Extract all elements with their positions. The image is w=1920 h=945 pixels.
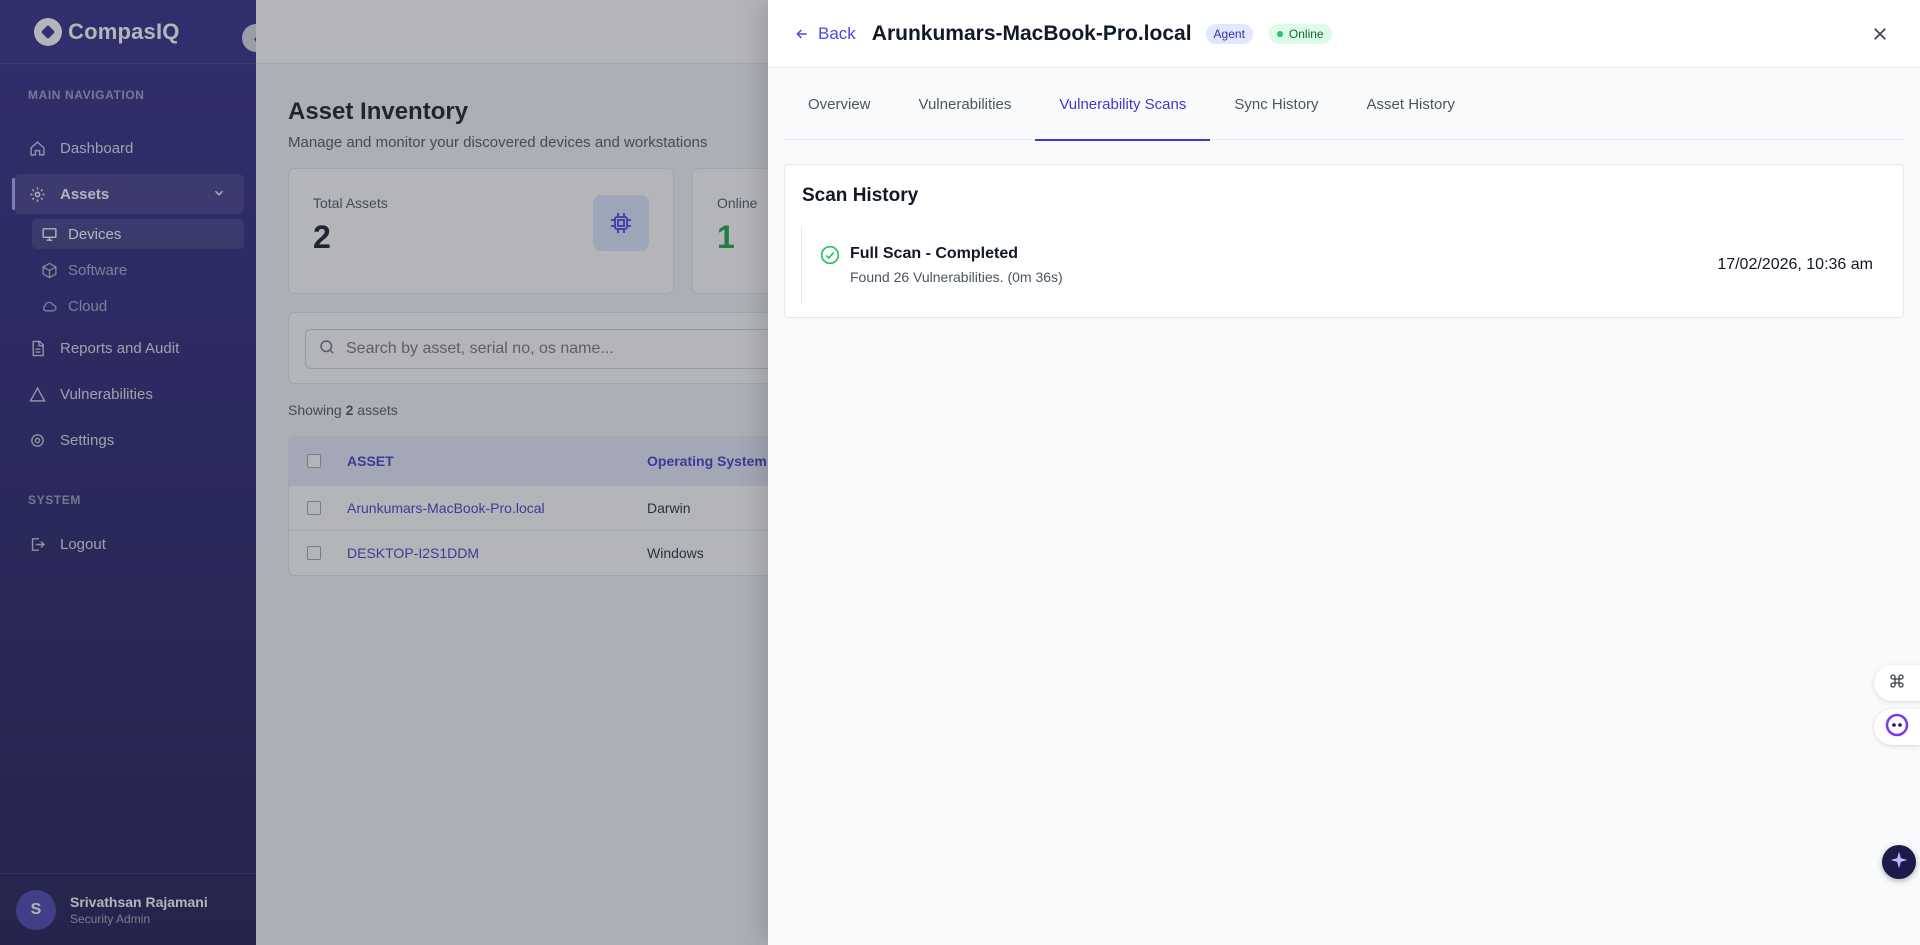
tab-overview[interactable]: Overview [784,68,895,140]
drawer-title: Arunkumars-MacBook-Pro.local [871,21,1192,45]
ai-sparkle-button[interactable] [1882,845,1916,879]
scan-date: 17/02/2026, 10:36 am [1717,256,1873,273]
back-button[interactable]: Back [794,24,856,44]
tab-vulnerability-scans[interactable]: Vulnerability Scans [1035,68,1211,141]
tab-asset-history[interactable]: Asset History [1343,68,1479,140]
command-palette-button[interactable] [1874,665,1920,701]
scan-description: Found 26 Vulnerabilities. (0m 36s) [850,269,1063,285]
scan-history-title: Scan History [802,185,919,206]
scan-name: Full Scan - Completed [850,245,1019,262]
status-label: Online [1288,26,1324,41]
close-icon [1874,28,1886,40]
tab-sync-history[interactable]: Sync History [1210,68,1342,140]
tab-vulnerabilities[interactable]: Vulnerabilities [895,68,1036,140]
command-icon [1889,673,1905,694]
close-button[interactable] [1868,22,1892,46]
scan-history-item[interactable]: Full Scan - Completed Found 26 Vulnerabi… [801,227,1889,303]
check-circle-icon [820,245,840,265]
online-dot-icon [1276,30,1283,37]
drawer-header: Back Arunkumars-MacBook-Pro.local Agent … [768,0,1920,68]
status-badge: Online [1268,23,1332,44]
arrow-left-icon [794,26,810,42]
agent-badge: Agent [1205,23,1253,44]
drawer-tabs: Overview Vulnerabilities Vulnerability S… [784,68,1904,141]
scan-history-card: Scan History Full Scan - Completed Found… [784,164,1904,318]
back-label: Back [818,23,856,43]
asset-detail-drawer: Back Arunkumars-MacBook-Pro.local Agent … [768,0,1920,945]
bot-icon [1885,713,1909,742]
assistant-bot-button[interactable] [1874,709,1920,745]
sparkle-icon [1889,850,1909,875]
